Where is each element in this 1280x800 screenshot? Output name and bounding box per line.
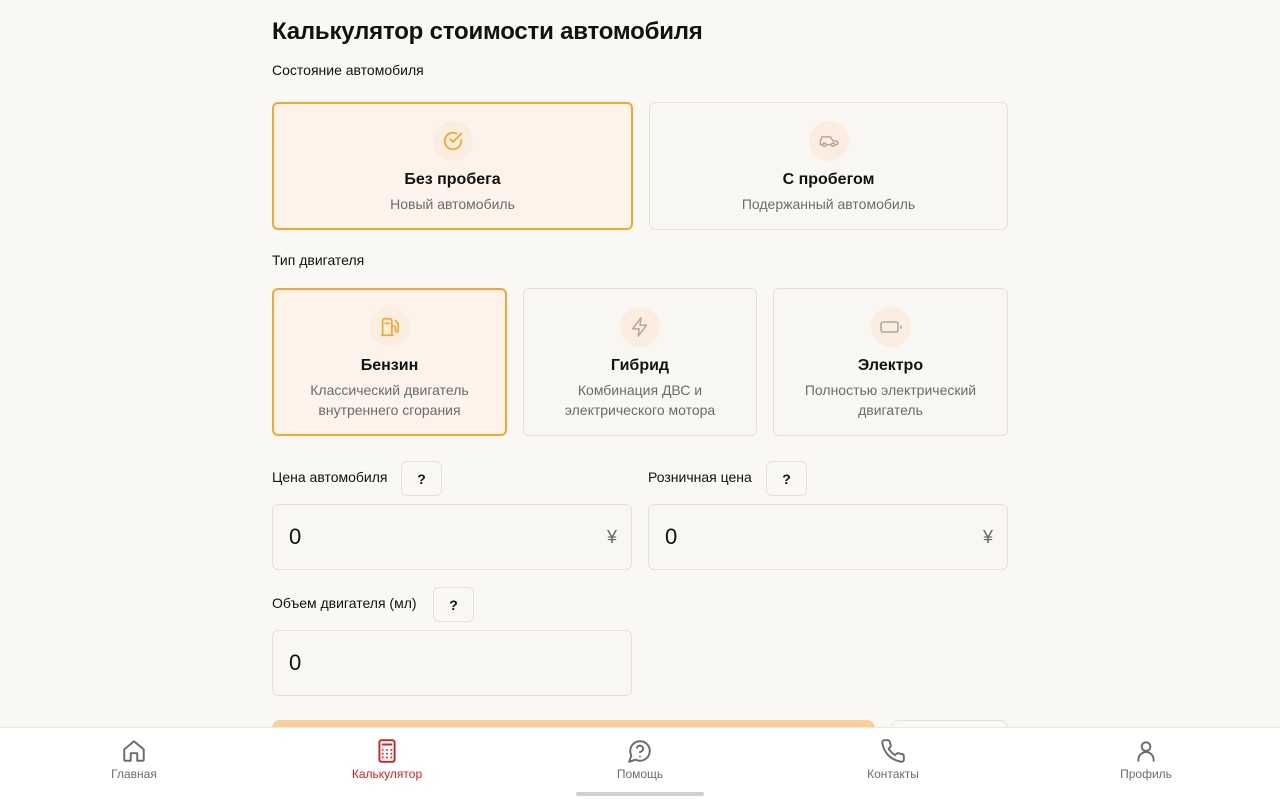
engine-option-title: Бензин <box>360 357 419 374</box>
engine-volume-label: Объем двигателя (мл) <box>272 595 417 611</box>
engine-option-title: Гибрид <box>610 357 670 374</box>
phone-icon <box>881 739 905 763</box>
nav-item-home[interactable]: Главная <box>74 738 194 781</box>
condition-option-subtitle: Подержанный автомобиль <box>741 196 916 212</box>
condition-option-subtitle: Новый автомобиль <box>390 196 515 212</box>
condition-option-used[interactable]: С пробегом Подержанный автомобиль <box>649 102 1008 230</box>
retail-price-field: ¥ <box>648 504 1008 570</box>
retail-price-input[interactable] <box>665 505 945 569</box>
engine-option-hybrid[interactable]: Гибрид Комбинация ДВС и электрического м… <box>523 288 757 436</box>
help-chat-icon <box>628 740 651 763</box>
nav-label: Профиль <box>1120 767 1172 781</box>
engine-option-subtitle: Классический двигатель внутреннего сгора… <box>310 382 469 418</box>
nav-item-profile[interactable]: Профиль <box>1086 738 1206 781</box>
retail-price-currency: ¥ <box>982 527 993 547</box>
car-price-currency: ¥ <box>606 527 617 547</box>
nav-item-help[interactable]: Помощь <box>580 738 700 781</box>
car-icon <box>808 121 849 161</box>
nav-item-calculator[interactable]: Калькулятор <box>327 738 447 781</box>
car-price-field: ¥ <box>272 504 632 570</box>
user-icon <box>1137 741 1155 762</box>
nav-label: Помощь <box>616 767 664 781</box>
engine-option-electric[interactable]: Электро Полностью электрический двигател… <box>773 288 1008 436</box>
condition-label: Состояние автомобиля <box>272 62 424 78</box>
nav-label: Контакты <box>867 767 919 781</box>
engine-option-title: Электро <box>857 357 924 374</box>
retail-price-label: Розничная цена <box>648 469 752 485</box>
home-indicator <box>576 792 704 796</box>
car-price-help-button[interactable]: ? <box>401 461 442 496</box>
nav-label: Главная <box>111 767 157 781</box>
engine-type-label: Тип двигателя <box>272 252 365 268</box>
calculator-icon <box>378 739 396 763</box>
engine-option-subtitle: Полностью электрический двигатель <box>804 382 977 418</box>
page-title: Калькулятор стоимости автомобиля <box>272 18 703 45</box>
engine-volume-help-button[interactable]: ? <box>433 587 474 622</box>
nav-label: Калькулятор <box>351 767 423 781</box>
nav-item-contacts[interactable]: Контакты <box>833 738 953 781</box>
engine-volume-field <box>272 630 632 696</box>
condition-option-new[interactable]: Без пробега Новый автомобиль <box>272 102 633 230</box>
check-circle-icon <box>432 121 473 161</box>
condition-option-title: С пробегом <box>782 171 875 188</box>
car-price-input[interactable] <box>289 505 569 569</box>
battery-icon <box>870 307 911 347</box>
engine-volume-input[interactable] <box>289 631 569 695</box>
car-price-label: Цена автомобиля <box>272 469 388 485</box>
engine-option-subtitle: Комбинация ДВС и электрического мотора <box>564 382 716 418</box>
engine-option-petrol[interactable]: Бензин Классический двигатель внутреннег… <box>272 288 507 436</box>
fuel-pump-icon <box>369 307 410 347</box>
lightning-icon <box>620 307 660 347</box>
home-icon <box>123 740 145 762</box>
bottom-navigation: Главная Калькулятор Помощь Контакты Проф… <box>0 727 1280 800</box>
retail-price-help-button[interactable]: ? <box>766 461 807 496</box>
condition-option-title: Без пробега <box>404 171 501 188</box>
